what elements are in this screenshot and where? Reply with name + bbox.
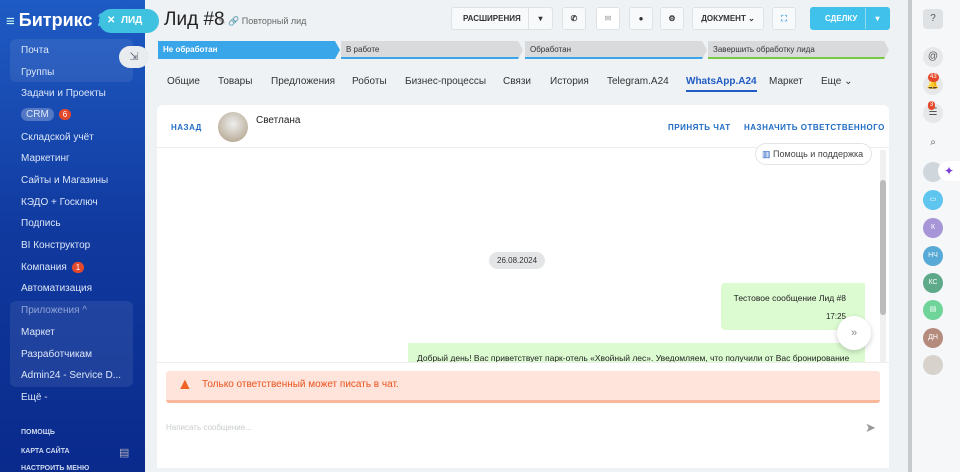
assign-responsible-button[interactable]: НАЗНАЧИТЬ ОТВЕТСТВЕННОГО [744, 123, 885, 132]
edit-icon[interactable]: ✎ [218, 16, 226, 26]
warning-icon: ▲ [177, 376, 193, 393]
sidebar-item-mail[interactable]: Почта [21, 45, 49, 56]
sidebar-item-marketing[interactable]: Маркетинг [21, 153, 70, 164]
sidebar-item-developers[interactable]: Разработчикам [21, 349, 92, 360]
tab-robots[interactable]: Роботы [352, 76, 387, 87]
tab-offers[interactable]: Предложения [271, 76, 335, 87]
message-text: Добрый день! Вас приветствует парк-отель… [417, 353, 850, 362]
tab-more[interactable]: Еще ⌄ [821, 76, 853, 87]
document-button[interactable]: ДОКУМЕНТ ⌄ [692, 7, 764, 30]
lead-subtitle: ✎ 🔗 Повторный лид [218, 16, 307, 26]
page-title: Лид #8 [164, 9, 225, 30]
help-icon[interactable]: ? [923, 9, 943, 29]
sidebar-item-bi[interactable]: BI Конструктор [21, 240, 90, 251]
extensions-button[interactable]: РАСШИРЕНИЯ ▾ [451, 7, 553, 30]
tab-telegram[interactable]: Telegram.A24 [607, 76, 669, 87]
message-input[interactable]: Написать сообщение... [166, 423, 252, 432]
sidebar-item-admin24[interactable]: Admin24 - Service D... [21, 370, 121, 381]
stage-not-processed[interactable]: Не обработан [158, 41, 340, 59]
sidebar-item-groups[interactable]: Группы [21, 67, 54, 78]
close-slider-button[interactable]: ✕ ЛИД [99, 9, 159, 33]
contact-avatar [218, 112, 248, 142]
avatar-dn[interactable]: ДН [923, 328, 943, 348]
sidebar-item-more[interactable]: Ещё - [21, 392, 48, 403]
configure-menu-link[interactable]: НАСТРОИТЬ МЕНЮ [21, 465, 89, 472]
chevron-down-icon[interactable]: ▾ [528, 8, 552, 29]
link-icon[interactable]: 🔗 [228, 16, 239, 26]
notes-avatar[interactable]: ▤ [923, 300, 943, 320]
help-link[interactable]: ПОМОЩЬ [21, 429, 55, 436]
tab-products[interactable]: Товары [218, 76, 252, 87]
date-separator: 26.08.2024 [489, 252, 546, 269]
chevron-down-icon[interactable]: ▾ [865, 8, 889, 29]
sidebar-item-crm[interactable]: CRM 6 [21, 108, 72, 121]
message-text: Тестовое сообщение Лид #8 [733, 293, 846, 303]
copilot-sparkle-icon[interactable]: ✦ [938, 161, 960, 181]
message-bubble: Добрый день! Вас приветствует парк-отель… [408, 343, 865, 362]
sidebar-item-apps[interactable]: Приложения ^ [21, 305, 87, 316]
print-icon[interactable]: ▤ [119, 446, 129, 459]
stage-in-work[interactable]: В работе [341, 41, 523, 59]
scroll-down-button[interactable]: » [837, 316, 871, 350]
minimize-slider-button[interactable]: ⇲ [119, 46, 149, 68]
chat-header: НАЗАД Светлана ПРИНЯТЬ ЧАТ НАЗНАЧИТЬ ОТВ… [157, 105, 889, 148]
sidebar-item-kedo[interactable]: КЭДО + Госключ [21, 197, 98, 208]
mail-icon[interactable]: ✉ [596, 7, 620, 30]
send-icon[interactable]: ➤ [865, 420, 876, 436]
chat-group-avatar[interactable]: ▭ [923, 190, 943, 210]
tab-links[interactable]: Связи [503, 76, 531, 87]
back-button[interactable]: НАЗАД [171, 123, 202, 132]
crm-counter: 6 [58, 109, 72, 120]
sitemap-link[interactable]: КАРТА САЙТА [21, 448, 70, 455]
call-icon[interactable]: ✆ [562, 7, 586, 30]
user-avatar[interactable] [923, 355, 943, 375]
chart-icon: ▥ [762, 149, 771, 159]
chats-badge: 3 [928, 101, 936, 110]
help-support-button[interactable]: ▥ Помощь и поддержка [755, 143, 873, 165]
menu-icon[interactable]: ≡ [6, 13, 15, 30]
avatar-nch[interactable]: НЧ [923, 246, 943, 266]
convert-to-deal-button[interactable]: СДЕЛКУ ▾ [810, 7, 890, 30]
sidebar-item-inventory[interactable]: Складской учёт [21, 132, 94, 143]
sidebar-item-sign[interactable]: Подпись [21, 218, 61, 229]
contact-name: Светлана [256, 115, 301, 126]
gear-icon[interactable]: ⚙ [660, 7, 684, 30]
sidebar-item-market[interactable]: Маркет [21, 327, 55, 338]
tab-history[interactable]: История [550, 76, 589, 87]
warning-banner: ▲ Только ответственный может писать в чат… [166, 371, 880, 403]
sidebar-item-tasks[interactable]: Задачи и Проекты [21, 88, 106, 99]
fullscreen-icon[interactable]: ⛶ [772, 7, 796, 30]
company-counter: 1 [71, 262, 85, 273]
sidebar-item-automation[interactable]: Автоматизация [21, 283, 92, 294]
stage-processed[interactable]: Обработан [525, 41, 707, 59]
chat-icon[interactable]: ● [629, 7, 653, 30]
tab-market[interactable]: Маркет [769, 76, 803, 87]
activity-icon[interactable]: @ [923, 47, 943, 67]
sidebar-item-sites[interactable]: Сайты и Магазины [21, 175, 108, 186]
sidebar-item-company[interactable]: Компания 1 [21, 262, 85, 273]
notifications-badge: 43 [928, 73, 939, 82]
stage-finish[interactable]: Завершить обработку лида [708, 41, 889, 59]
avatar-k[interactable]: К [923, 218, 943, 238]
close-icon: ✕ [107, 15, 116, 26]
accept-chat-button[interactable]: ПРИНЯТЬ ЧАТ [668, 123, 731, 132]
chat-scrollbar[interactable] [880, 150, 886, 362]
tab-whatsapp[interactable]: WhatsApp.A24 [686, 76, 757, 92]
tab-general[interactable]: Общие [167, 76, 200, 87]
tab-business-processes[interactable]: Бизнес-процессы [405, 76, 486, 87]
right-panel: ? @ 🔔 43 ☰ 3 ⌕ ▭ К НЧ КС ▤ ДН [908, 0, 960, 472]
left-sidebar: ≡Битрикс 24 Почта Группы Задачи и Проект… [0, 0, 145, 472]
avatar-ks[interactable]: КС [923, 273, 943, 293]
search-icon[interactable]: ⌕ [923, 133, 943, 153]
